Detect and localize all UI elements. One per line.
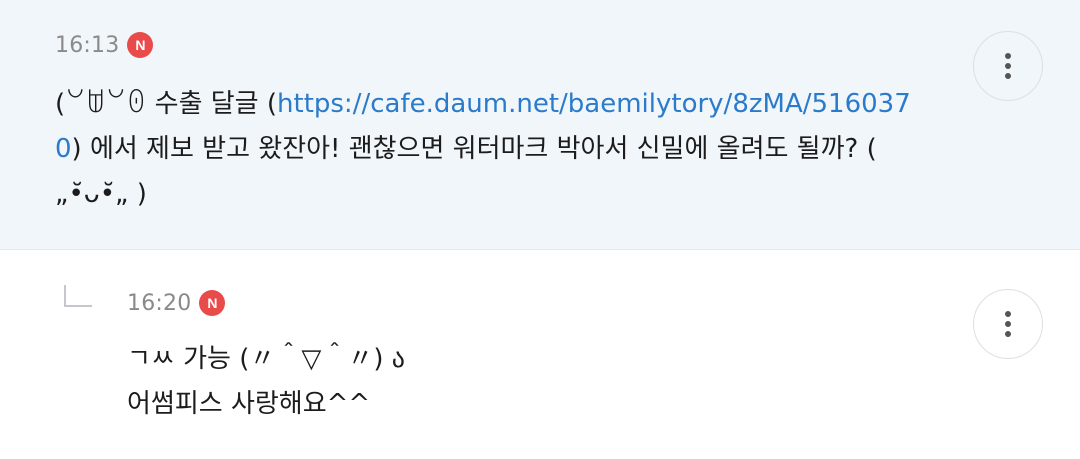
reply-time: 16:20	[127, 290, 192, 316]
reply-line-1: ㄱㅆ 가능 (〃＾▽＾〃) ა	[127, 344, 405, 374]
reply: 16:20 N ㄱㅆ 가능 (〃＾▽＾〃) ა 어썸피스 사랑해요^^	[0, 250, 1080, 459]
reply-meta: 16:20 N	[127, 290, 226, 316]
more-vertical-icon	[1005, 53, 1011, 59]
new-badge: N	[199, 290, 226, 316]
comment-time: 16:13	[55, 32, 120, 58]
reply-more-button[interactable]	[973, 289, 1043, 359]
reply-text: ㄱㅆ 가능 (〃＾▽＾〃) ა 어썸피스 사랑해요^^	[127, 337, 927, 427]
comment-meta: 16:13 N	[55, 32, 154, 58]
comment-text: (꒡ꌂ꒡ꏿ 수출 달글 (https://cafe.daum.net/baemi…	[55, 82, 925, 217]
comment-text-before: (꒡ꌂ꒡ꏿ 수출 달글 (	[55, 89, 278, 119]
more-dot	[1005, 63, 1011, 69]
comment: 16:13 N (꒡ꌂ꒡ꏿ 수출 달글 (https://cafe.daum.n…	[0, 0, 1080, 250]
comment-text-after: ) 에서 제보 받고 왔잔아! 괜찮으면 워터마크 박아서 신밀에 올려도 될까…	[55, 134, 877, 209]
more-vertical-icon	[1005, 311, 1011, 317]
more-dot	[1005, 73, 1011, 79]
comment-more-button[interactable]	[973, 31, 1043, 101]
reply-arrow-icon	[64, 285, 92, 307]
new-badge: N	[127, 32, 154, 58]
more-dot	[1005, 321, 1011, 327]
more-dot	[1005, 331, 1011, 337]
reply-line-2: 어썸피스 사랑해요^^	[127, 389, 371, 419]
